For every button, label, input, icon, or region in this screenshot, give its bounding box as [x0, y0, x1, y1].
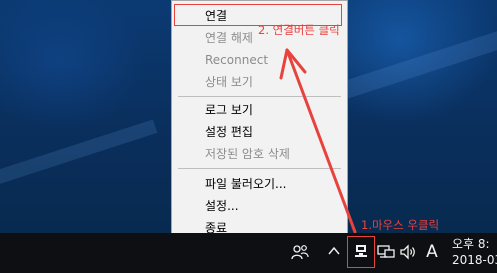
menu-item-import-file[interactable]: 파일 불러오기...	[172, 173, 347, 195]
menu-separator	[178, 96, 341, 97]
openvpn-tray-icon[interactable]	[352, 243, 370, 263]
chevron-up-icon[interactable]	[326, 244, 342, 262]
menu-separator	[178, 168, 341, 169]
menu-item-view-status: 상태 보기	[205, 75, 253, 89]
taskbar	[0, 233, 497, 273]
wallpaper-streak	[0, 119, 158, 195]
menu-item-view-log[interactable]: 로그 보기	[172, 99, 347, 121]
taskbar-clock[interactable]: 오후 8: 2018-03	[452, 236, 497, 268]
clock-time: 오후 8:	[452, 237, 490, 251]
network-icon[interactable]	[377, 244, 395, 264]
menu-item-reconnect: Reconnect	[205, 53, 269, 67]
menu-item-edit-config[interactable]: 설정 편집	[172, 121, 347, 143]
people-icon[interactable]	[290, 244, 310, 264]
menu-item-settings[interactable]: 설정...	[172, 195, 347, 217]
menu-item-clear-saved-password: 저장된 암호 삭제	[205, 147, 290, 161]
volume-icon[interactable]	[399, 244, 419, 264]
ime-icon[interactable]: A	[424, 243, 440, 261]
step2-annotation: 2. 연결버튼 클릭	[258, 23, 340, 37]
step1-annotation: 1.마우스 우클릭	[361, 218, 440, 232]
clock-date: 2018-03	[452, 253, 497, 267]
